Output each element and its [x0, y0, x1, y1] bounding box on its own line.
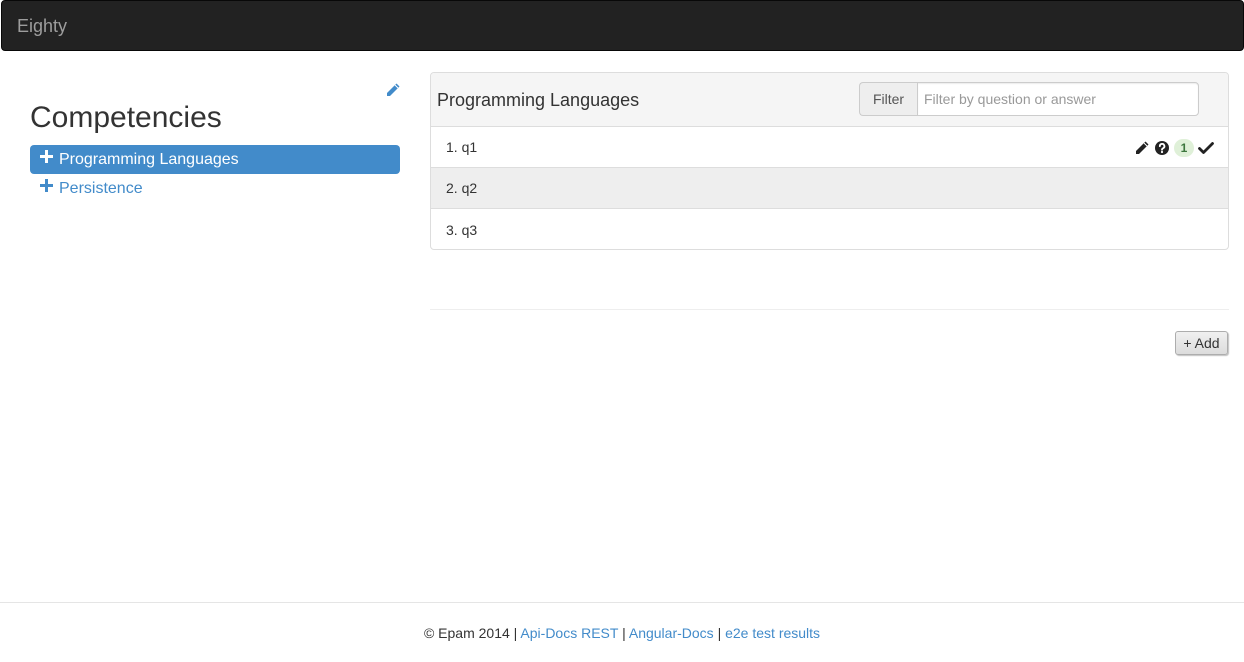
brand-link[interactable]: Eighty — [17, 16, 67, 36]
questions-panel: Programming Languages Filter 1. q1 1 — [430, 72, 1229, 250]
question-circle-icon[interactable] — [1154, 140, 1170, 156]
pencil-icon[interactable] — [1134, 140, 1150, 156]
filter-input[interactable] — [917, 82, 1199, 116]
question-label: 3. q3 — [446, 221, 478, 238]
competencies-heading: Competencies — [30, 101, 222, 134]
competency-label: Persistence — [59, 179, 143, 197]
content-divider — [430, 309, 1229, 310]
question-row-q3[interactable]: 3. q3 — [431, 209, 1228, 249]
competencies-sidebar: Competencies Programming Languages Persi… — [30, 72, 400, 203]
answer-count-badge: 1 — [1174, 139, 1194, 157]
footer-separator: | — [618, 625, 629, 641]
footer-separator: | — [509, 625, 521, 641]
angular-docs-link[interactable]: Angular-Docs — [629, 625, 714, 641]
question-row-q2[interactable]: 2. q2 — [431, 168, 1228, 209]
question-actions: 1 — [1134, 139, 1214, 157]
competency-item-programming-languages[interactable]: Programming Languages — [30, 145, 400, 174]
filter-label: Filter — [859, 82, 917, 116]
question-label: 1. q1 — [446, 139, 478, 155]
checkmark-icon[interactable] — [1198, 140, 1214, 156]
copyright-text: © Epam 2014 — [423, 625, 510, 641]
question-row-q1[interactable]: 1. q1 1 — [431, 127, 1228, 168]
plus-icon — [40, 179, 53, 192]
footer-separator: | — [713, 625, 726, 641]
panel-title: Programming Languages — [437, 90, 640, 110]
e2e-test-results-link[interactable]: e2e test results — [725, 625, 820, 641]
question-list: 1. q1 1 2. q2 3. q3 — [431, 127, 1228, 249]
filter-group: Filter — [859, 82, 1199, 116]
competency-item-persistence[interactable]: Persistence — [30, 174, 400, 203]
footer-line: © Epam 2014 | Api-Docs REST | Angular-Do… — [0, 625, 1244, 641]
competency-label: Programming Languages — [59, 150, 239, 168]
question-label: 2. q2 — [446, 180, 478, 196]
footer: © Epam 2014 | Api-Docs REST | Angular-Do… — [0, 602, 1244, 662]
panel-heading: Programming Languages Filter — [431, 73, 1228, 127]
top-navbar: Eighty — [1, 0, 1244, 51]
add-question-button[interactable]: + Add — [1175, 331, 1228, 355]
competency-list: Programming Languages Persistence — [30, 145, 400, 203]
edit-competencies-pencil-icon[interactable] — [385, 82, 401, 98]
api-docs-rest-link[interactable]: Api-Docs REST — [520, 625, 618, 641]
plus-icon — [40, 150, 53, 163]
